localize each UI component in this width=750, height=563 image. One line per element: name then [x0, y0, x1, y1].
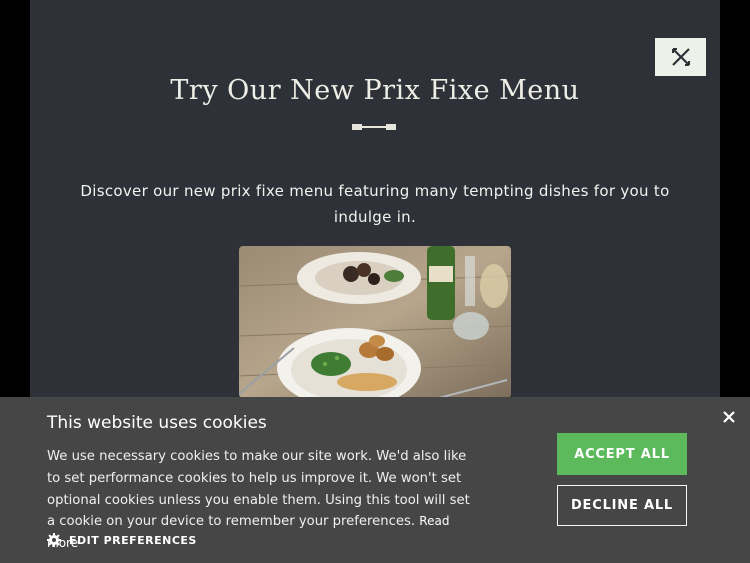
accept-all-button[interactable]: ACCEPT ALL: [557, 433, 687, 475]
edit-preferences-link[interactable]: EDIT PREFERENCES: [47, 533, 197, 547]
cookie-body-text: We use necessary cookies to make our sit…: [47, 449, 470, 530]
edit-preferences-label: EDIT PREFERENCES: [69, 533, 197, 547]
gear-icon: [47, 533, 61, 547]
modal-title: Try Our New Prix Fixe Menu: [170, 75, 580, 106]
decline-all-button[interactable]: DECLINE ALL: [557, 485, 687, 526]
cookie-close-icon[interactable]: [721, 409, 737, 425]
cookie-banner-title: This website uses cookies: [47, 413, 267, 433]
dish-photo: [239, 246, 511, 398]
close-x-icon: [671, 48, 690, 66]
ornament-divider-icon: [352, 124, 396, 130]
modal-description: Discover our new prix fixe menu featurin…: [80, 182, 670, 226]
cookie-banner: This website uses cookies We use necessa…: [0, 397, 750, 563]
modal-close-button[interactable]: [655, 38, 706, 76]
